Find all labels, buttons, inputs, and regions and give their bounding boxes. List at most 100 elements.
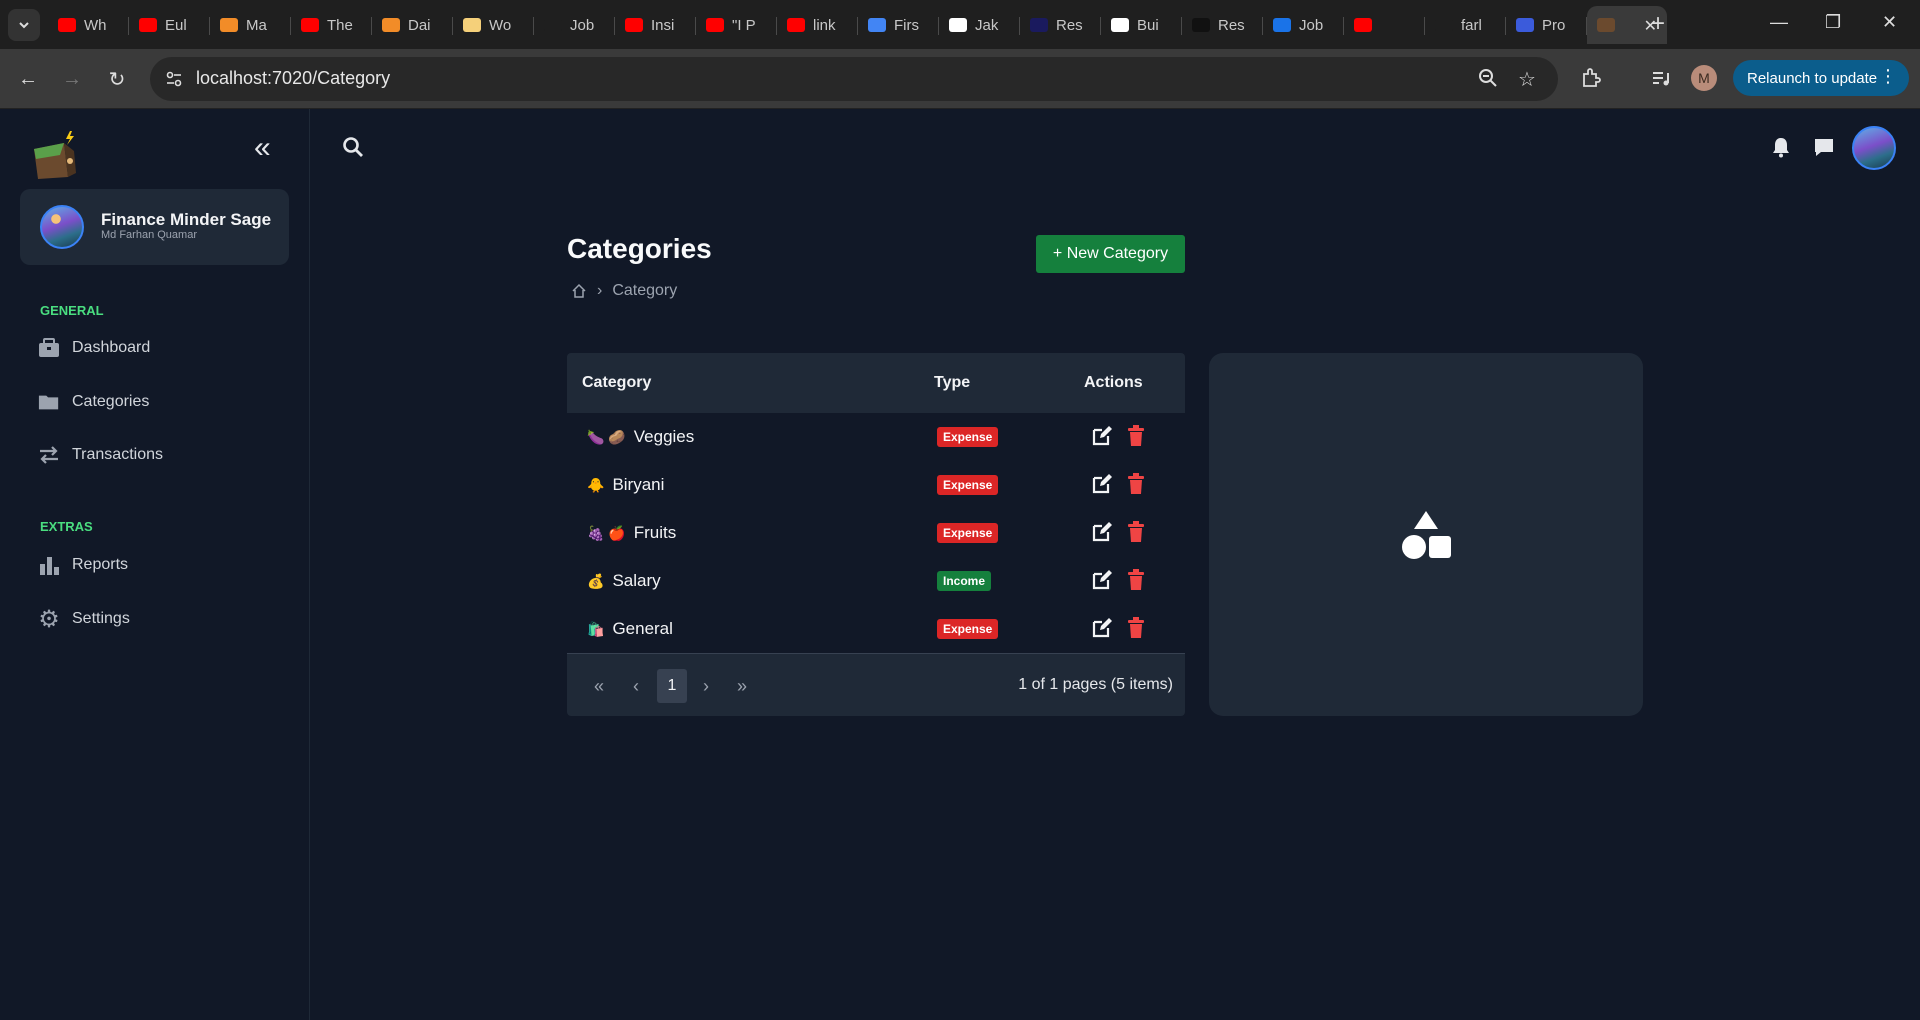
tab-title: Bui bbox=[1137, 16, 1159, 34]
edit-icon[interactable] bbox=[1091, 521, 1113, 543]
browser-tabs: Wh Eul Ma The Dai Wo Job Insi "I P link Firs Jak Res… bbox=[48, 6, 1667, 44]
browser-toolbar: ← → ↻ localhost:7020/Category ☆ M Relaun… bbox=[0, 49, 1920, 109]
edit-icon[interactable] bbox=[1091, 425, 1113, 447]
more-menu-icon[interactable]: ⋮ bbox=[1879, 66, 1897, 87]
browser-tab[interactable]: "I P bbox=[696, 6, 777, 44]
tab-search-button[interactable] bbox=[8, 9, 40, 41]
transfer-arrows-icon bbox=[38, 444, 60, 466]
type-badge: Expense bbox=[937, 523, 999, 543]
pager-info: 1 of 1 pages (5 items) bbox=[1018, 676, 1173, 693]
reload-button[interactable]: ↻ bbox=[103, 65, 131, 93]
zoom-icon[interactable] bbox=[1477, 67, 1499, 95]
tab-favicon-icon bbox=[868, 18, 886, 32]
sidebar-item-categories[interactable]: Categories bbox=[38, 387, 149, 417]
browser-tab[interactable]: Pro bbox=[1506, 6, 1587, 44]
category-name: General bbox=[612, 619, 673, 638]
sidebar-item-reports[interactable]: Reports bbox=[38, 550, 128, 580]
tab-title: link bbox=[813, 16, 836, 34]
browser-tab[interactable]: Firs bbox=[858, 6, 939, 44]
forward-button[interactable]: → bbox=[58, 65, 86, 93]
tab-favicon-icon bbox=[58, 18, 76, 32]
edit-icon[interactable] bbox=[1091, 569, 1113, 591]
avatar bbox=[40, 205, 84, 249]
new-tab-button[interactable]: + bbox=[1651, 10, 1665, 38]
browser-tab[interactable]: Job bbox=[1263, 6, 1344, 44]
tab-favicon-icon bbox=[463, 18, 481, 32]
table-row: 🍇 🍎 Fruits Expense bbox=[567, 509, 1185, 557]
tab-title: farl bbox=[1461, 16, 1482, 34]
sidebar: « Finance Minder Sage Md Farhan Quamar G… bbox=[0, 109, 310, 1020]
bar-chart-icon bbox=[38, 554, 60, 576]
folder-icon bbox=[38, 391, 60, 413]
sidebar-item-settings[interactable]: ⚙ Settings bbox=[38, 604, 130, 634]
address-bar[interactable]: localhost:7020/Category ☆ bbox=[150, 57, 1558, 101]
close-window-icon[interactable]: ✕ bbox=[1882, 12, 1897, 33]
browser-tab[interactable]: link bbox=[777, 6, 858, 44]
back-button[interactable]: ← bbox=[14, 65, 42, 93]
header-actions: Actions bbox=[1084, 374, 1143, 391]
browser-tab[interactable]: Res bbox=[1020, 6, 1101, 44]
next-page-button[interactable]: › bbox=[692, 672, 720, 700]
trash-icon[interactable] bbox=[1127, 473, 1145, 495]
browser-tab[interactable]: The bbox=[291, 6, 372, 44]
trash-icon[interactable] bbox=[1127, 521, 1145, 543]
browser-tab[interactable]: Eul bbox=[129, 6, 210, 44]
tab-title: Firs bbox=[894, 16, 919, 34]
trash-icon[interactable] bbox=[1127, 617, 1145, 639]
tab-favicon-icon bbox=[1192, 18, 1210, 32]
browser-tab[interactable] bbox=[1344, 6, 1425, 44]
page-number-button[interactable]: 1 bbox=[657, 669, 687, 703]
browser-profile-avatar[interactable]: M bbox=[1691, 65, 1717, 91]
new-category-button[interactable]: + New Category bbox=[1036, 235, 1185, 273]
search-icon[interactable] bbox=[341, 135, 365, 159]
prev-page-button[interactable]: ‹ bbox=[622, 672, 650, 700]
profile-card[interactable]: Finance Minder Sage Md Farhan Quamar bbox=[20, 189, 289, 265]
tab-title: Eul bbox=[165, 16, 187, 34]
category-name: Biryani bbox=[612, 475, 665, 494]
collapse-sidebar-button[interactable]: « bbox=[254, 133, 271, 163]
category-emoji: 🛍️ bbox=[587, 620, 605, 637]
trash-icon[interactable] bbox=[1127, 425, 1145, 447]
browser-tab[interactable]: Wh bbox=[48, 6, 129, 44]
category-cell: 🛍️ General bbox=[587, 619, 673, 639]
table-row: 💰 Salary Income bbox=[567, 557, 1185, 605]
site-info-icon[interactable] bbox=[162, 67, 186, 91]
section-label-extras: EXTRAS bbox=[40, 519, 93, 534]
profile-subtitle: Md Farhan Quamar bbox=[101, 229, 197, 241]
section-label-general: GENERAL bbox=[40, 303, 104, 318]
sidebar-item-transactions[interactable]: Transactions bbox=[38, 440, 163, 470]
bookmark-star-icon[interactable]: ☆ bbox=[1518, 67, 1536, 92]
page-title: Categories bbox=[567, 233, 712, 264]
header-category[interactable]: Category bbox=[582, 374, 651, 392]
media-control-icon[interactable] bbox=[1650, 67, 1672, 95]
header-type[interactable]: Type bbox=[934, 374, 970, 392]
tab-favicon-icon bbox=[787, 18, 805, 32]
extensions-icon[interactable] bbox=[1580, 67, 1602, 95]
browser-tab[interactable]: Ma bbox=[210, 6, 291, 44]
relaunch-button[interactable]: Relaunch to update ⋮ bbox=[1733, 60, 1909, 96]
tab-favicon-icon bbox=[1516, 18, 1534, 32]
dashboard-icon bbox=[38, 337, 60, 359]
table-header: Category Type Actions bbox=[567, 353, 1185, 413]
browser-tab[interactable]: Wo bbox=[453, 6, 534, 44]
browser-tab[interactable]: farl bbox=[1425, 6, 1506, 44]
browser-tab[interactable]: Bui bbox=[1101, 6, 1182, 44]
chat-icon[interactable] bbox=[1813, 136, 1835, 158]
browser-tab[interactable]: Insi bbox=[615, 6, 696, 44]
home-icon[interactable] bbox=[571, 283, 587, 299]
restore-icon[interactable]: ❐ bbox=[1825, 12, 1841, 33]
edit-icon[interactable] bbox=[1091, 617, 1113, 639]
first-page-button[interactable]: « bbox=[585, 672, 613, 700]
sidebar-item-dashboard[interactable]: Dashboard bbox=[38, 333, 150, 363]
browser-tab[interactable]: Dai bbox=[372, 6, 453, 44]
minimize-icon[interactable]: — bbox=[1770, 12, 1788, 33]
edit-icon[interactable] bbox=[1091, 473, 1113, 495]
browser-tab[interactable]: Job bbox=[534, 6, 615, 44]
category-name: Salary bbox=[612, 571, 661, 590]
last-page-button[interactable]: » bbox=[728, 672, 756, 700]
browser-tab[interactable]: Jak bbox=[939, 6, 1020, 44]
browser-tab[interactable]: Res bbox=[1182, 6, 1263, 44]
user-avatar[interactable] bbox=[1852, 126, 1896, 170]
trash-icon[interactable] bbox=[1127, 569, 1145, 591]
bell-icon[interactable] bbox=[1770, 136, 1792, 158]
